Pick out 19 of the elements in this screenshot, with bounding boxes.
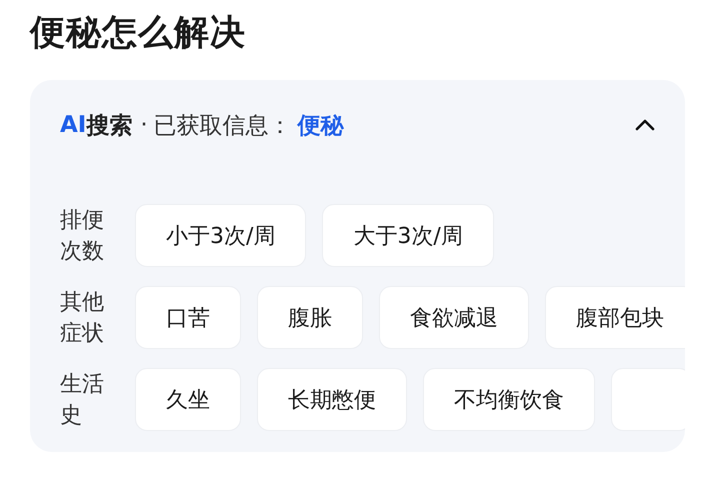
ai-label: AI bbox=[60, 112, 86, 138]
row-label: 生活史 bbox=[60, 370, 105, 430]
keyword: 便秘 bbox=[298, 112, 344, 140]
option-chip[interactable]: 小于3次/周 bbox=[135, 204, 306, 267]
info-label: 已获取信息： bbox=[154, 112, 292, 140]
option-chip[interactable]: 不均衡饮食 bbox=[423, 368, 595, 431]
row-label: 排便次数 bbox=[60, 206, 105, 266]
option-chip[interactable]: 腹胀 bbox=[257, 286, 363, 349]
option-chip[interactable]: 腹部包块 bbox=[545, 286, 685, 349]
page-title: 便秘怎么解决 bbox=[30, 12, 247, 55]
option-chip[interactable]: 口苦 bbox=[135, 286, 241, 349]
option-chip[interactable]: 长期憋便 bbox=[257, 368, 407, 431]
row-label: 其他症状 bbox=[60, 288, 105, 348]
separator-dot: · bbox=[140, 112, 148, 138]
option-chip[interactable]: 久坐 bbox=[135, 368, 241, 431]
panel-heading: 搜索 bbox=[86, 112, 132, 140]
option-chip[interactable]: 食欲减退 bbox=[379, 286, 529, 349]
chevron-up-icon[interactable] bbox=[635, 119, 655, 131]
option-chip[interactable]: 大于3次/周 bbox=[322, 204, 494, 267]
